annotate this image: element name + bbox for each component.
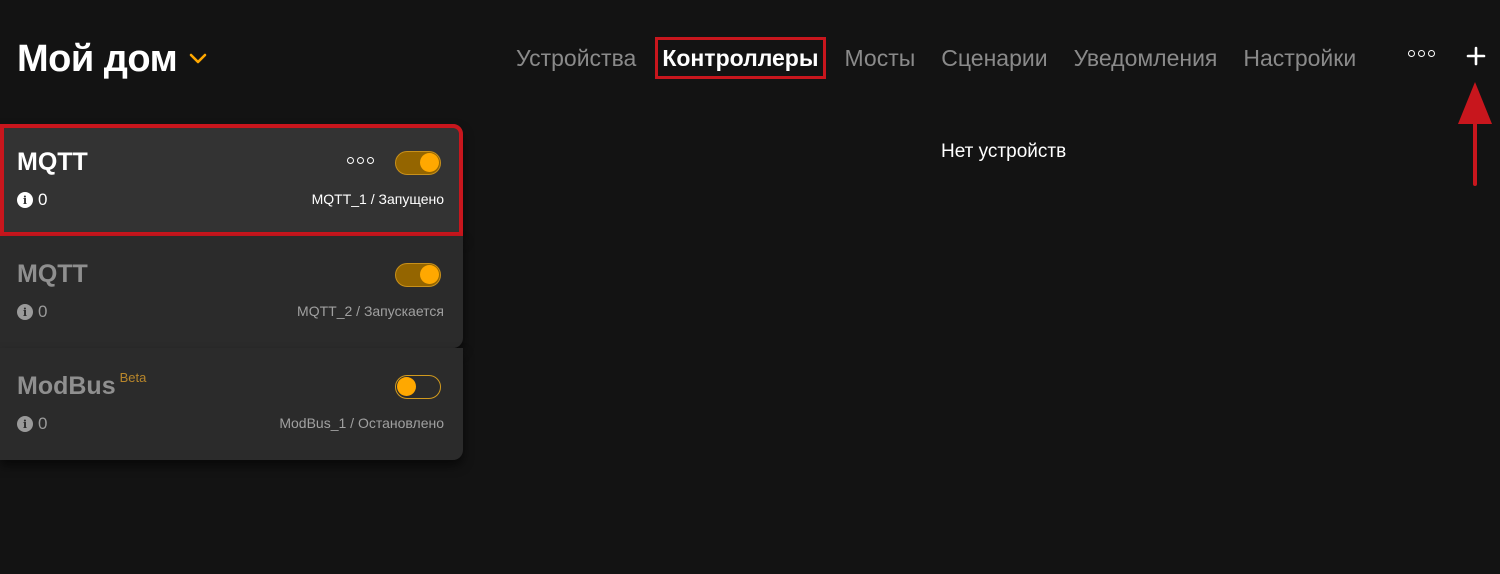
tab-controllers[interactable]: Контроллеры [655,37,826,79]
toggle-knob [420,265,439,284]
tab-devices[interactable]: Устройства [516,44,636,72]
controller-card-mqtt-1[interactable]: MQTT i 0 MQTT_1 / Запущено [0,124,463,236]
info-count: i 0 [17,414,47,434]
home-selector[interactable]: Мой дом [17,38,209,81]
more-horizontal-icon[interactable] [1408,50,1435,57]
dot [367,157,374,164]
main-nav: Устройства Контроллеры Мосты Сценарии Ув… [516,37,1382,79]
arrow-up-annotation-icon [1458,82,1492,186]
home-title: Мой дом [17,38,178,80]
tab-scenarios[interactable]: Сценарии [941,44,1047,72]
dot [357,157,364,164]
controller-toggle[interactable] [395,151,441,175]
app-root: Мой дом Устройства Контроллеры Мосты Сце… [0,0,1500,574]
info-icon: i [17,304,33,320]
plus-icon[interactable] [1465,45,1487,67]
tab-bridges[interactable]: Мосты [845,44,916,72]
empty-devices-message: Нет устройств [941,141,1067,162]
info-count-value: 0 [38,190,48,209]
beta-badge: Beta [119,370,147,385]
more-horizontal-icon[interactable] [347,157,374,164]
dot [1418,50,1425,57]
info-icon: i [17,192,33,208]
chevron-down-icon [189,53,207,63]
dot [1408,50,1415,57]
controller-card-mqtt-2[interactable]: MQTT i 0 MQTT_2 / Запускается [0,236,463,348]
controller-name: MQTT [17,260,88,288]
info-count-value: 0 [38,414,48,433]
toggle-knob [397,377,416,396]
controller-status: MQTT_2 / Запускается [297,303,444,319]
controller-name: ModBus Beta [17,370,147,400]
controller-status: ModBus_1 / Остановлено [279,415,444,431]
controller-toggle[interactable] [395,263,441,287]
dot [1428,50,1435,57]
info-icon: i [17,416,33,432]
tab-notifications[interactable]: Уведомления [1074,44,1218,72]
dot [347,157,354,164]
controller-card-modbus-1[interactable]: ModBus Beta i 0 ModBus_1 / Остановлено [0,348,463,460]
info-count-value: 0 [38,302,48,321]
info-count: i 0 [17,302,47,322]
info-count: i 0 [17,190,47,210]
toggle-knob [420,153,439,172]
controller-name: MQTT [17,148,88,176]
controller-toggle[interactable] [395,375,441,399]
tab-settings[interactable]: Настройки [1243,44,1356,72]
controller-status: MQTT_1 / Запущено [311,191,444,207]
